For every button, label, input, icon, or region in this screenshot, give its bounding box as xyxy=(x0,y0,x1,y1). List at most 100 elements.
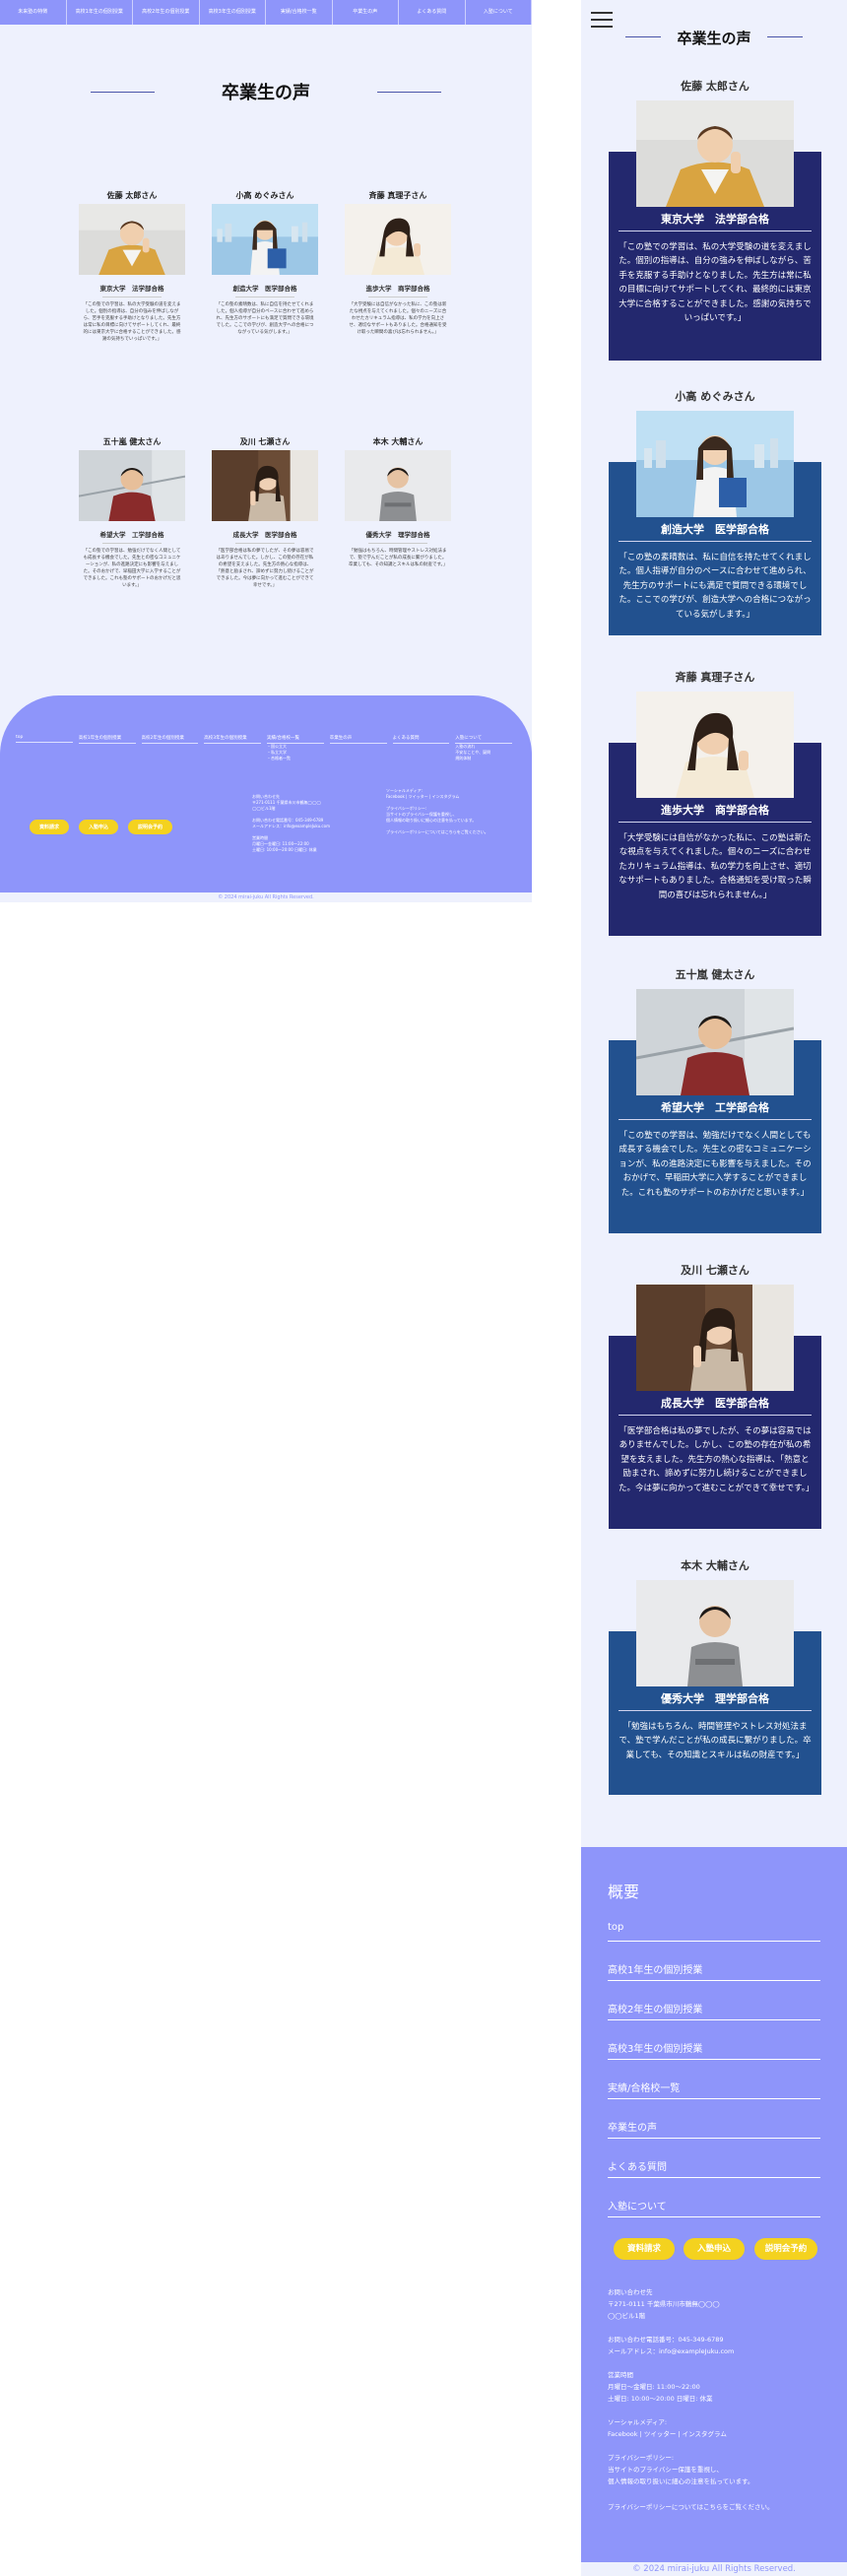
seminar-button[interactable]: 説明会予約 xyxy=(128,820,173,834)
student-photo xyxy=(636,1580,794,1686)
hours-label: 営業時間 xyxy=(608,2371,633,2379)
testimonial-card: 斉藤 真理子さん 進歩大学 商学部合格 「大学受験には自信がなかった私に、この塾… xyxy=(609,670,821,936)
testimonial-card: 佐藤 太郎さん 東京大学 法学部合格 「この塾での学習は、私の大学受験の道を変え… xyxy=(609,79,821,361)
divider xyxy=(619,1710,812,1711)
footer-link[interactable]: 入塾について xyxy=(455,735,512,744)
desktop-nav-item[interactable]: 実績/合格校一覧 xyxy=(266,0,333,25)
desktop-nav-item[interactable]: よくある質問 xyxy=(399,0,466,25)
student-photo xyxy=(212,450,318,521)
footer-sublink[interactable]: 規則体制 xyxy=(455,756,512,761)
email[interactable]: メールアドレス：info@exampleJuku.com xyxy=(608,2345,824,2357)
privacy-text: 個人情報の取り扱いに細心の注意を払っています。 xyxy=(608,2477,754,2485)
footer-link-testimonials[interactable]: 卒業生の声 xyxy=(608,2119,820,2139)
student-comment: 「医学部合格は私の夢でしたが、その夢は容易ではありませんでした。しかし、この塾の… xyxy=(216,549,314,588)
desktop-testimonial-card: 小高 めぐみさん 創造大学 医学部合格 「この塾の素晴数は、私に自信を持たせてく… xyxy=(212,190,318,336)
footer-hours: 営業時間 月曜日～金曜日: 11:00～22:00 土曜日: 10:00～20:… xyxy=(608,2369,824,2405)
student-result: 希望大学 工学部合格 xyxy=(661,1101,769,1114)
student-comment: 「大学受験には自信がなかった私に、この塾は新たな視点を与えてくれました。個々のニ… xyxy=(349,302,447,335)
student-comment: 「この塾での学習は、勉強だけでなく人間としても成長する機会でした。先生との密なコ… xyxy=(83,549,181,588)
footer-privacy: プライバシーポリシー: 当サイトのプライバシー保護を重視し、 個人情報の取り扱い… xyxy=(608,2452,824,2487)
social-label: ソーシャルメディア: xyxy=(608,2418,668,2426)
desktop-footer-social: ソーシャルメディア: Facebook | ツイッター | インスタグラム プラ… xyxy=(386,788,494,835)
student-comment: 「この塾の素晴数は、私に自信を持たせてくれました。個人指導が自分のペースに合わせ… xyxy=(216,302,314,335)
footer-sublink[interactable]: ・合格者一覧 xyxy=(267,756,324,761)
desktop-footer: top 高校1年生の個別授業 高校2年生の個別授業 高校3年生の個別授業 実績/… xyxy=(0,695,532,892)
desktop-testimonial-card: 佐藤 太郎さん 東京大学 法学部合格 「この塾での学習は、私の大学受験の道を変え… xyxy=(79,190,185,343)
title-rule xyxy=(767,36,803,37)
enroll-button[interactable]: 入塾申込 xyxy=(684,2238,745,2260)
footer-heading: 概要 xyxy=(608,1882,640,1901)
footer-link[interactable]: 卒業生の声 xyxy=(329,735,387,744)
student-name: 五十嵐 健太さん xyxy=(102,437,162,446)
brochure-button[interactable]: 資料請求 xyxy=(30,820,70,834)
hours-saturday: 土曜日: 10:00～20:00 日曜日: 休業 xyxy=(252,847,317,852)
divider xyxy=(619,1415,812,1416)
footer-link[interactable]: 高校1年生の個別授業 xyxy=(78,735,136,744)
footer-link-faq[interactable]: よくある質問 xyxy=(608,2158,820,2178)
student-name: 本木 大輔さん xyxy=(681,1559,749,1572)
desktop-nav-item[interactable]: 入塾について xyxy=(466,0,532,25)
student-photo xyxy=(79,204,185,275)
desktop-page-title: 卒業生の声 xyxy=(222,83,310,103)
student-result: 成長大学 医学部合格 xyxy=(661,1397,769,1410)
footer-link[interactable]: top xyxy=(16,735,73,743)
desktop-nav-item[interactable]: 高校3年生の個別授業 xyxy=(200,0,266,25)
student-result: 東京大学 法学部合格 xyxy=(99,285,164,293)
footer-link[interactable]: よくある質問 xyxy=(392,735,450,744)
desktop-nav-item[interactable]: 卒業生の声 xyxy=(333,0,399,25)
footer: 概要 top 高校1年生の個別授業 高校2年生の個別授業 高校3年生の個別授業 … xyxy=(581,1847,847,2562)
student-comment: 「この塾での学習は、勉強だけでなく人間としても成長する機会でした。先生との密なコ… xyxy=(619,1131,812,1198)
footer-link-top[interactable]: top xyxy=(608,1922,820,1942)
student-photo xyxy=(79,450,185,521)
student-name: 斉藤 真理子さん xyxy=(675,671,755,684)
privacy-policy-link[interactable]: プライバシーポリシーについてはこちらをご覧ください。 xyxy=(608,2501,824,2513)
divider xyxy=(102,543,162,544)
enroll-button[interactable]: 入塾申込 xyxy=(79,820,119,834)
student-comment: 「勉強はもちろん、時間管理やストレス対処法まで、塾で学んだことが私の成長に繋がり… xyxy=(619,1722,812,1760)
student-name: 五十嵐 健太さん xyxy=(675,968,755,981)
testimonial-card: 五十嵐 健太さん 希望大学 工学部合格 「この塾での学習は、勉強だけでなく人間と… xyxy=(609,967,821,1233)
testimonial-card: 及川 七瀬さん 成長大学 医学部合格 「医学部合格は私の夢でしたが、その夢は容易… xyxy=(609,1263,821,1529)
testimonial-card: 本木 大輔さん 優秀大学 理学部合格 「勉強はもちろん、時間管理やストレス対処法… xyxy=(609,1558,821,1795)
desktop-nav-item[interactable]: 高校1年生の個別授業 xyxy=(67,0,133,25)
testimonial-card: 小高 めぐみさん 創造大学 医学部合格 「この塾の素晴数は、私に自信を持たせてく… xyxy=(609,389,821,639)
footer-link[interactable]: 高校3年生の個別授業 xyxy=(204,735,261,744)
privacy-link[interactable]: プライバシーポリシーについてはこちらをご覧ください。 xyxy=(386,829,494,835)
mobile-view: 卒業生の声 佐藤 太郎さん 東京大学 法学部合格 「この塾での学習は、私の大学受… xyxy=(581,0,847,2576)
footer-link-admission[interactable]: 入塾について xyxy=(608,2198,820,2217)
student-name: 佐藤 太郎さん xyxy=(106,191,158,200)
hours-saturday: 土曜日: 10:00～20:00 日曜日: 休業 xyxy=(608,2395,713,2403)
privacy-text: 当サイトのプライバシー保護を重視し、 xyxy=(608,2466,723,2474)
seminar-button[interactable]: 説明会予約 xyxy=(754,2238,817,2260)
student-result: 優秀大学 理学部合格 xyxy=(661,1692,769,1705)
student-comment: 「医学部合格は私の夢でしたが、その夢は容易ではありませんでした。しかし、この塾の… xyxy=(619,1426,814,1493)
desktop-nav-item[interactable]: 高校2年生の個別授業 xyxy=(133,0,200,25)
footer-phone-email: お問い合わせ電話番号：045-349-6789 メールアドレス：info@exa… xyxy=(608,2334,824,2357)
desktop-nav-item[interactable]: 未来塾の特徴 xyxy=(0,0,67,25)
student-photo xyxy=(636,1285,794,1391)
desktop-testimonial-card: 及川 七瀬さん 成長大学 医学部合格 「医学部合格は私の夢でしたが、その夢は容易… xyxy=(212,436,318,589)
footer-link-grade3[interactable]: 高校3年生の個別授業 xyxy=(608,2040,820,2060)
student-result: 進歩大学 商学部合格 xyxy=(661,804,769,817)
desktop-testimonial-card: 五十嵐 健太さん 希望大学 工学部合格 「この塾での学習は、勉強だけでなく人間と… xyxy=(79,436,185,589)
divider xyxy=(368,543,427,544)
desktop-footer-buttons: 資料請求 入塾申込 説明会予約 xyxy=(30,820,173,834)
hours-weekday: 月曜日～金曜日: 11:00～22:00 xyxy=(608,2383,700,2391)
student-result: 創造大学 医学部合格 xyxy=(661,523,769,536)
student-result: 希望大学 工学部合格 xyxy=(99,531,164,539)
hamburger-menu-icon[interactable] xyxy=(591,12,613,28)
student-comment: 「この塾での学習は、私の大学受験の道を変えました。個別の指導は、自分の強みを伸ば… xyxy=(83,302,181,342)
footer-link[interactable]: 高校2年生の個別授業 xyxy=(141,735,199,744)
footer-link[interactable]: 実績/合格校一覧 xyxy=(267,735,324,744)
student-photo xyxy=(345,204,451,275)
footer-link-results[interactable]: 実績/合格校一覧 xyxy=(608,2080,820,2099)
brochure-button[interactable]: 資料請求 xyxy=(614,2238,675,2260)
divider xyxy=(619,1119,812,1120)
footer-link-grade1[interactable]: 高校1年生の個別授業 xyxy=(608,1961,820,1981)
desktop-footer-nav: top 高校1年生の個別授業 高校2年生の個別授業 高校3年生の個別授業 実績/… xyxy=(16,735,518,761)
social-links[interactable]: Facebook | ツイッター | インスタグラム xyxy=(608,2428,824,2440)
footer-link-grade2[interactable]: 高校2年生の個別授業 xyxy=(608,2001,820,2020)
desktop-footer-contact: お問い合わせ先 〒271-0111 千葉県市川市鶴無◯◯◯ ◯◯ビル1階 お問い… xyxy=(252,794,360,853)
contact-label: お問い合わせ先 xyxy=(608,2288,653,2296)
desktop-testimonial-card: 斉藤 真理子さん 進歩大学 商学部合格 「大学受験には自信がなかった私に、この塾… xyxy=(345,190,451,336)
